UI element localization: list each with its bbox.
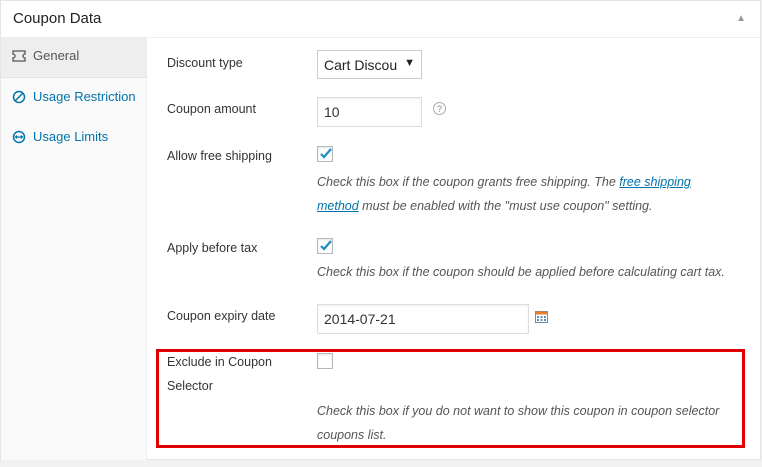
expiry-date-label: Coupon expiry date [167,309,276,323]
free-shipping-checkbox[interactable] [317,146,333,162]
free-shipping-link-2[interactable]: method [317,199,359,213]
before-tax-checkbox[interactable] [317,238,333,254]
before-tax-label: Apply before tax [167,241,258,255]
panel-title: Coupon Data [13,10,102,27]
sidebar-tabs: General Usage Restriction Usage Limits [1,37,147,460]
ticket-icon [12,49,26,63]
discount-type-value: Cart Discou [324,57,398,73]
tab-usage-limits-label: Usage Limits [33,129,109,144]
free-shipping-description: Check this box if the coupon grants free… [317,170,691,218]
tab-general[interactable]: General [1,37,147,78]
coupon-amount-input[interactable] [317,97,422,127]
before-tax-description: Check this box if the coupon should be a… [317,265,725,279]
expiry-date-input[interactable] [317,304,529,334]
discount-type-select[interactable]: Cart Discou ▼ [317,50,422,79]
calendar-icon[interactable] [535,310,548,323]
no-entry-icon [12,90,26,104]
tab-usage-restriction-label: Usage Restriction [33,89,136,104]
tab-usage-limits[interactable]: Usage Limits [1,118,147,158]
tab-general-label: General [33,48,80,63]
checkmark-icon [320,148,332,159]
checkmark-icon [320,240,332,251]
help-icon[interactable]: ? [433,102,446,115]
arrows-circle-icon [12,130,26,144]
coupon-data-panel: Coupon Data ▲ General Usage Restriction … [0,0,761,460]
free-shipping-desc-before: Check this box if the coupon grants free… [317,175,620,189]
tab-usage-restriction[interactable]: Usage Restriction [1,78,147,118]
highlight-box [156,349,745,448]
triangle-up-icon[interactable]: ▲ [736,13,746,24]
free-shipping-desc-after: must be enabled with the "must use coupo… [358,199,653,213]
discount-type-label: Discount type [167,56,243,70]
free-shipping-link-1[interactable]: free shipping [619,175,691,189]
panel-header[interactable]: Coupon Data ▲ [1,1,760,38]
coupon-amount-label: Coupon amount [167,102,256,116]
free-shipping-label: Allow free shipping [167,149,272,163]
chevron-down-icon: ▼ [404,57,415,69]
